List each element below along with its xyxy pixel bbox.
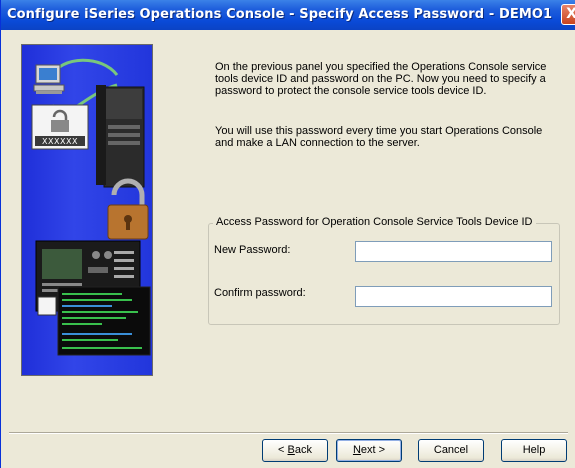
password-mask-text: XXXXXX bbox=[42, 137, 78, 146]
next-button[interactable]: Next > bbox=[336, 439, 402, 462]
intro-paragraph: On the previous panel you specified the … bbox=[215, 61, 547, 97]
confirm-password-input[interactable] bbox=[355, 286, 552, 307]
usage-paragraph: You will use this password every time yo… bbox=[215, 125, 543, 149]
padlock-icon bbox=[107, 178, 149, 240]
access-password-group: Access Password for Operation Console Se… bbox=[208, 216, 560, 325]
help-button[interactable]: Help bbox=[501, 439, 567, 462]
window-title: Configure iSeries Operations Console - S… bbox=[7, 7, 553, 22]
back-mnemonic: B bbox=[287, 444, 295, 456]
console-illustration: XXXXXX bbox=[21, 44, 153, 376]
close-icon: X bbox=[566, 6, 575, 22]
new-password-input[interactable] bbox=[355, 241, 552, 262]
dialog-content: XXXXXX On the previous panel you specifi… bbox=[1, 30, 575, 468]
back-button[interactable]: < Back bbox=[262, 439, 328, 462]
confirm-password-label: Confirm password: bbox=[214, 287, 306, 299]
title-bar[interactable]: Configure iSeries Operations Console - S… bbox=[1, 0, 575, 30]
group-title: Access Password for Operation Console Se… bbox=[213, 216, 536, 228]
button-separator bbox=[9, 432, 568, 434]
dialog-window: Configure iSeries Operations Console - S… bbox=[0, 0, 575, 468]
next-label-rest: ext > bbox=[360, 444, 386, 456]
close-button[interactable]: X bbox=[561, 4, 575, 25]
new-password-label: New Password: bbox=[214, 244, 291, 256]
back-label-rest: ack bbox=[294, 444, 312, 456]
next-mnemonic: N bbox=[352, 444, 361, 456]
terminal-screen-icon bbox=[57, 286, 151, 356]
cancel-button[interactable]: Cancel bbox=[418, 439, 484, 462]
back-prefix: < bbox=[278, 444, 288, 456]
console-illustration-art bbox=[31, 58, 151, 356]
server-icon bbox=[96, 85, 145, 188]
pc-icon bbox=[33, 64, 65, 94]
